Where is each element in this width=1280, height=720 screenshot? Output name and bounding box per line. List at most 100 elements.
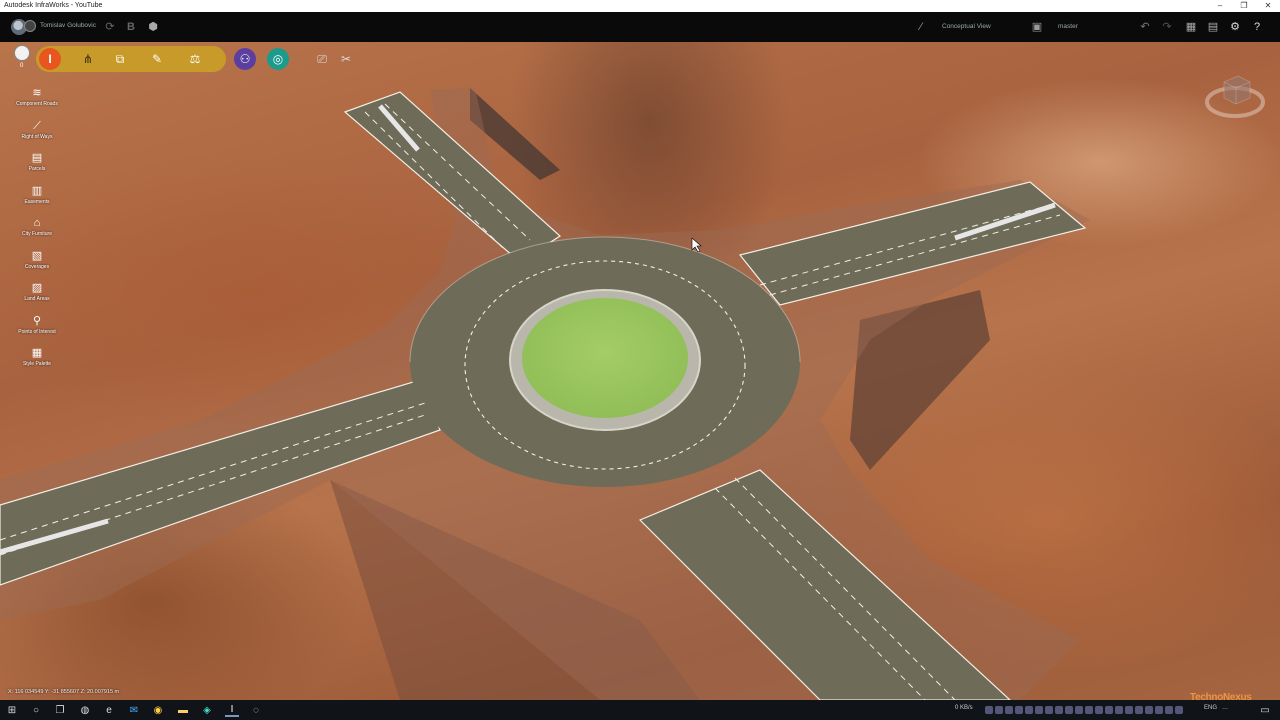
network-icon[interactable]: ⚇	[234, 48, 256, 70]
coordinate-readout: X: 116 034549 Y: -31 855607 Z: 20.007915…	[8, 689, 120, 695]
redo-icon[interactable]: ↷	[1160, 20, 1174, 34]
windows-start-icon[interactable]: ⊞	[5, 703, 19, 717]
palette-item-right-of-ways[interactable]: ⟋ Right of Ways	[14, 119, 60, 152]
window-title-bar: Autodesk InfraWorks - YouTube – ❐ ✕	[0, 0, 1280, 12]
target-icon[interactable]: ◎	[267, 48, 289, 70]
palette-item-label: Style Palette	[22, 361, 52, 367]
compass-icon[interactable]	[14, 45, 30, 61]
model-palette: ≋ Component Roads ⟋ Right of Ways ▤ Parc…	[14, 86, 60, 379]
palette-item-style-palette[interactable]: ▦ Style Palette	[14, 346, 60, 379]
undo-icon[interactable]: ↶	[1138, 20, 1152, 34]
infraworks-taskbar-icon[interactable]: I	[225, 703, 239, 717]
coverage-icon: ▧	[31, 249, 43, 262]
system-tray	[985, 700, 1183, 720]
close-button[interactable]: ✕	[1256, 0, 1280, 12]
build-icon[interactable]: I	[39, 48, 61, 70]
right-of-way-icon: ⟋	[33, 119, 41, 132]
tray-icon[interactable]	[1095, 706, 1103, 714]
central-island-grass	[522, 298, 688, 418]
view-cube-icon[interactable]	[1204, 72, 1266, 122]
file-explorer-icon[interactable]: ▬	[176, 703, 190, 717]
tray-icon[interactable]	[1055, 706, 1063, 714]
image-icon[interactable]: ▣	[1030, 20, 1044, 34]
palette-item-easements[interactable]: ▥ Easements	[14, 184, 60, 217]
secondary-avatar[interactable]	[24, 20, 36, 32]
help-icon[interactable]: ?	[1250, 20, 1264, 34]
tray-icon[interactable]	[1005, 706, 1013, 714]
tray-icon[interactable]	[1065, 706, 1073, 714]
component-road-icon: ≋	[32, 87, 42, 99]
app-header: Tomislav Golubovic ⟳ B ⬢ ⁄ Conceptual Vi…	[0, 12, 1280, 42]
maximize-button[interactable]: ❐	[1232, 0, 1256, 12]
palette-item-land-areas[interactable]: ▨ Land Areas	[14, 281, 60, 314]
outlook-icon[interactable]: ✉	[127, 703, 141, 717]
recorder-icon[interactable]: ◌	[249, 703, 263, 717]
grid-icon[interactable]: ▦	[1184, 20, 1198, 34]
tray-icon[interactable]	[985, 706, 993, 714]
palette-item-coverages[interactable]: ▧ Coverages	[14, 249, 60, 282]
3d-viewport[interactable]	[0, 42, 1280, 700]
tray-icon[interactable]	[1165, 706, 1173, 714]
scale-icon[interactable]: ⚖	[184, 48, 206, 70]
user-name[interactable]: Tomislav Golubovic	[40, 22, 96, 29]
compass-label: 0	[20, 63, 24, 69]
network-speed: 0 KB/s	[955, 705, 973, 711]
windows-taskbar: ⊞ ○ ❐ ◍ e ✉ ◉ ▬ ◈ I ◌ 0 KB/s ENG … ▭	[0, 700, 1280, 720]
tray-icon[interactable]	[1135, 706, 1143, 714]
palette-item-label: Easements	[24, 198, 50, 205]
tray-icon[interactable]	[1025, 706, 1033, 714]
parcel-icon: ▤	[31, 152, 43, 164]
pencil-icon[interactable]: ✎	[146, 48, 168, 70]
tray-icon[interactable]	[1085, 706, 1093, 714]
sync-icon[interactable]: ⟳	[103, 20, 117, 34]
minimize-button[interactable]: –	[1208, 0, 1232, 12]
panel-icon[interactable]: ▤	[1206, 20, 1220, 34]
roads-icon[interactable]: ⋔	[77, 48, 99, 70]
tray-icon[interactable]	[995, 706, 1003, 714]
palette-item-label: Component Roads	[16, 101, 58, 107]
chrome-icon[interactable]: ◉	[151, 703, 165, 717]
tray-icon[interactable]	[1015, 706, 1023, 714]
palette-item-label: Points of Interest	[18, 328, 56, 335]
palette-item-label: City Furniture	[21, 231, 52, 237]
tray-icon[interactable]	[1035, 706, 1043, 714]
tools-icon[interactable]: ✂	[335, 48, 357, 70]
palette-item-label: Parcels	[28, 166, 46, 172]
palette-item-label: Land Areas	[24, 296, 50, 302]
cube-icon[interactable]: ⬢	[146, 20, 160, 34]
language-indicator[interactable]: ENG	[1204, 705, 1217, 711]
settings-icon[interactable]: ⚙	[1228, 20, 1242, 34]
tray-icon[interactable]	[1145, 706, 1153, 714]
search-icon[interactable]: ○	[29, 703, 43, 717]
branch-label[interactable]: master	[1058, 23, 1078, 30]
app-icon[interactable]: ◍	[78, 703, 92, 717]
easement-icon: ▥	[31, 184, 43, 197]
tray-icon[interactable]	[1125, 706, 1133, 714]
palette-item-component-roads[interactable]: ≋ Component Roads	[14, 86, 60, 119]
task-view-icon[interactable]: ❐	[53, 703, 67, 717]
tray-icon[interactable]	[1175, 706, 1183, 714]
style-brush-icon[interactable]: ⁄	[914, 20, 928, 34]
notifications-icon[interactable]: ▭	[1258, 703, 1272, 717]
copy-icon[interactable]: ⧉	[109, 48, 131, 70]
palette-item-label: Coverages	[24, 263, 50, 270]
clock[interactable]: …	[1222, 705, 1228, 711]
tray-icon[interactable]	[1155, 706, 1163, 714]
style-palette-icon: ▦	[31, 347, 43, 359]
city-furniture-icon: ⌂	[33, 217, 41, 229]
palette-item-city-furniture[interactable]: ⌂ City Furniture	[14, 216, 60, 249]
edge-browser-icon[interactable]: e	[102, 703, 116, 717]
tray-icon[interactable]	[1105, 706, 1113, 714]
palette-item-points-of-interest[interactable]: ⚲ Points of Interest	[14, 314, 60, 347]
window-controls: – ❐ ✕	[1208, 0, 1280, 12]
tray-icon[interactable]	[1045, 706, 1053, 714]
present-icon[interactable]: ⎚	[311, 48, 333, 70]
window-title: Autodesk InfraWorks - YouTube	[4, 2, 103, 9]
point-of-interest-icon: ⚲	[32, 314, 42, 327]
tray-icon[interactable]	[1115, 706, 1123, 714]
palette-item-parcels[interactable]: ▤ Parcels	[14, 151, 60, 184]
tray-icon[interactable]	[1075, 706, 1083, 714]
app-icon[interactable]: ◈	[200, 703, 214, 717]
bold-b-icon[interactable]: B	[124, 20, 138, 34]
view-mode-label[interactable]: Conceptual View	[942, 23, 991, 30]
